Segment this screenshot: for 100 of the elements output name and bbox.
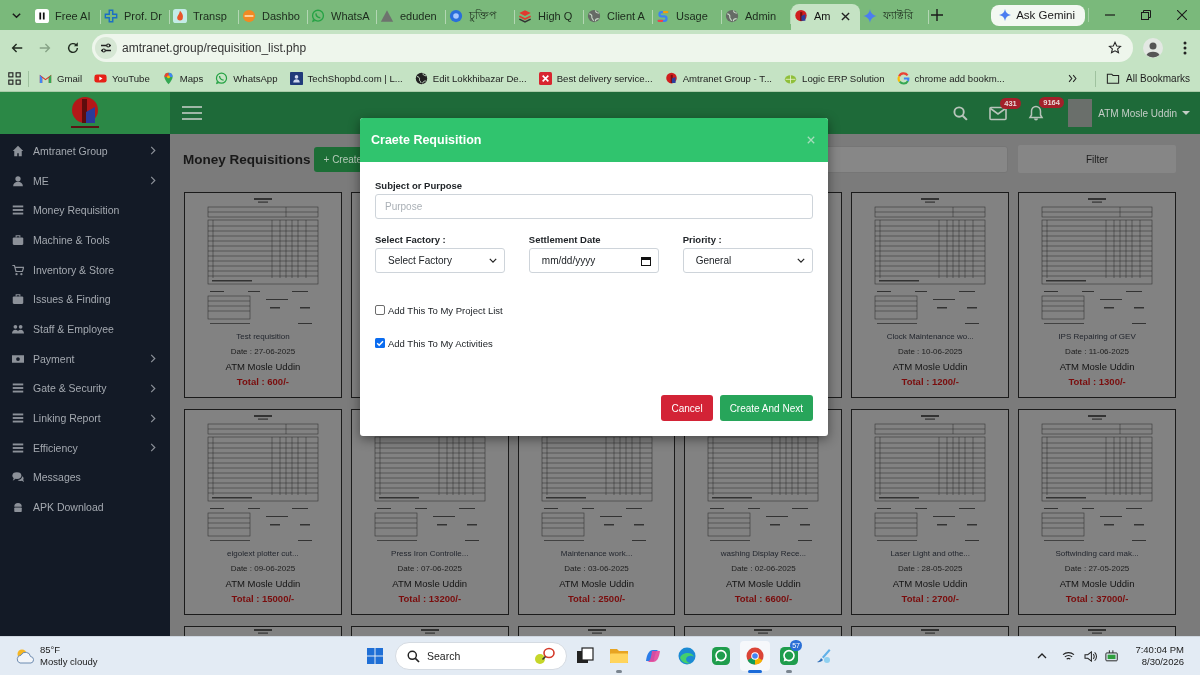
mail-icon[interactable] — [989, 105, 1008, 121]
browser-tab[interactable]: Free AI — [32, 4, 101, 30]
sidebar-item[interactable]: Issues & Finding — [0, 284, 170, 315]
user-name[interactable]: ATM Mosle Uddin — [1098, 107, 1177, 119]
date-field[interactable]: mm/dd/yyyy — [528, 248, 660, 273]
sidebar-item[interactable]: Efficiency — [0, 432, 170, 463]
browser-tab[interactable]: Dashbo — [239, 4, 308, 30]
start-icon[interactable] — [367, 648, 383, 664]
chat-bubble-icon[interactable] — [711, 646, 731, 666]
bell-icon[interactable] — [1028, 105, 1045, 121]
sidebar-item[interactable]: APK Download — [0, 492, 170, 522]
restore-icon[interactable] — [1141, 10, 1151, 20]
select-field[interactable]: Select Factory — [375, 248, 506, 273]
filter-button[interactable]: Filter — [1018, 145, 1176, 173]
clock-time[interactable]: 7:40:04 PM — [1135, 644, 1184, 656]
sidebar-item[interactable]: Payment — [0, 343, 170, 374]
sidebar-item[interactable]: Machine & Tools — [0, 225, 170, 255]
profile-avatar[interactable] — [1143, 38, 1163, 58]
browser-tab[interactable]: Client A — [584, 4, 653, 30]
bookmark[interactable]: Edit Lokkhibazar De... — [408, 67, 533, 90]
card-title: Test requisition — [236, 331, 290, 343]
bookmark[interactable]: WhatsApp — [209, 67, 284, 90]
speaker-icon[interactable] — [1083, 650, 1097, 662]
requisition-card[interactable]: Test requisition Date : 27-06-2025 ATM Mosle Uddin Total : 600/- — [184, 192, 342, 398]
browser-tab[interactable]: eduden — [377, 4, 446, 30]
browser-tab[interactable]: Usage — [653, 4, 722, 30]
browser-tab[interactable]: Am — [791, 4, 860, 30]
close-icon[interactable] — [1177, 10, 1187, 20]
close-icon[interactable] — [841, 11, 850, 21]
checkbox[interactable] — [375, 305, 385, 315]
cancel-button[interactable]: Cancel — [661, 395, 713, 421]
bookmark[interactable]: TechShopbd.com | L... — [283, 67, 409, 90]
sidebar-item[interactable]: Inventory & Store — [0, 254, 170, 285]
bookmark[interactable]: Best delivery service... — [532, 67, 659, 90]
browser-tab[interactable]: Transp — [170, 4, 239, 30]
wave-icon[interactable] — [677, 646, 697, 666]
checkbox-label[interactable]: Add This To My Activities — [388, 337, 493, 349]
requisition-card[interactable]: IPS Repairing of GEV Date : 11-06-2025 ATM Mosle Uddin Total : 1300/- — [1018, 192, 1176, 398]
home-icon — [12, 144, 24, 157]
sidebar-item[interactable]: Messages — [0, 462, 170, 493]
chat-bubble-icon[interactable] — [779, 646, 799, 666]
caret-icon — [797, 258, 805, 263]
bookmark[interactable]: Amtranet Group - T... — [658, 67, 779, 90]
reload-icon[interactable] — [66, 41, 80, 55]
sidebar-item[interactable]: Money Requisition — [0, 195, 170, 226]
squares-icon[interactable] — [575, 646, 595, 666]
bookmark[interactable]: YouTube — [88, 67, 156, 90]
clock-date[interactable]: 8/30/2026 — [1141, 656, 1184, 668]
ring-icon[interactable] — [740, 641, 770, 671]
battery-icon[interactable] — [1105, 650, 1120, 662]
requisition-card[interactable]: eigolext plotter cut... Date : 09-06-2025 ATM Mosle Uddin Total : 15000/- — [184, 409, 342, 615]
browser-tab[interactable]: চুক্তিপ — [446, 4, 515, 30]
requisition-card[interactable] — [350, 626, 509, 636]
site-settings-icon[interactable] — [95, 37, 117, 59]
requisition-card[interactable] — [684, 626, 843, 636]
address-bar[interactable]: amtranet.group/requisition_list.php — [92, 34, 1133, 62]
caret-icon[interactable] — [1182, 111, 1190, 115]
checkbox-label[interactable]: Add This To My Project List — [388, 304, 503, 316]
sidebar-item[interactable]: Linking Report — [0, 403, 170, 433]
requisition-card[interactable]: Laser Light and othe... Date : 28-05-2025 ATM Mosle Uddin Total : 2700/- — [851, 409, 1010, 615]
chevron-up-icon[interactable] — [1037, 653, 1048, 659]
bookmark[interactable]: Logic ERP Solution — [778, 67, 891, 90]
requisition-card[interactable] — [851, 626, 1010, 636]
star-icon[interactable] — [1108, 41, 1122, 55]
browser-tab[interactable]: High Q — [515, 4, 584, 30]
sidebar-item[interactable]: Staff & Employee — [0, 314, 170, 344]
checkbox[interactable] — [375, 338, 385, 348]
calendar-icon[interactable] — [641, 255, 652, 266]
requisition-card[interactable] — [517, 626, 676, 636]
back-icon[interactable] — [10, 41, 24, 55]
requisition-card[interactable]: Softwinding card mak... Date : 27-05-2025 ATM Mosle Uddin Total : 37000/- — [1018, 409, 1176, 615]
browser-tab[interactable]: ফ্যাক্টরি — [860, 4, 929, 30]
map-pin-icon — [161, 72, 175, 85]
apps-icon[interactable] — [7, 72, 21, 85]
chevron-right-icon — [150, 354, 156, 364]
taskbar-search[interactable]: Search — [395, 642, 567, 670]
all-bookmarks[interactable]: All Bookmarks — [1100, 72, 1200, 85]
sidebar-item[interactable]: Gate & Security — [0, 373, 170, 404]
browser-tab[interactable]: Prof. Dr — [101, 4, 170, 30]
double-chevron-icon[interactable] — [1067, 73, 1079, 84]
bookmark[interactable]: Gmail — [33, 67, 89, 90]
browser-tab[interactable]: Admin — [722, 4, 791, 30]
bookmark[interactable]: Maps — [155, 67, 210, 90]
select-field[interactable]: General — [682, 248, 813, 273]
requisition-card[interactable]: Clock Maintenance wo... Date : 10-06-2025 ATM Mosle Uddin Total : 1200/- — [851, 192, 1010, 398]
wifi-icon[interactable] — [1061, 651, 1075, 661]
requisition-card[interactable] — [1018, 626, 1176, 636]
card-total: Total : 600/- — [236, 375, 289, 389]
subject-field[interactable]: Purpose — [375, 194, 813, 219]
bookmark[interactable]: chrome add bookm... — [890, 67, 1011, 90]
sidebar-item[interactable]: Amtranet Group — [0, 136, 170, 166]
browser-tab[interactable]: WhatsA — [308, 4, 377, 30]
gemini-button[interactable]: Ask Gemini — [991, 4, 1085, 26]
search-icon[interactable] — [953, 105, 969, 121]
chevron-right-icon — [150, 383, 156, 393]
plus-icon[interactable] — [931, 9, 943, 21]
card-title: Laser Light and othe... — [890, 548, 971, 560]
sidebar-item[interactable]: ME — [0, 165, 170, 196]
card-date: Date : 10-06-2025 — [898, 346, 963, 358]
requisition-card[interactable] — [184, 626, 342, 636]
